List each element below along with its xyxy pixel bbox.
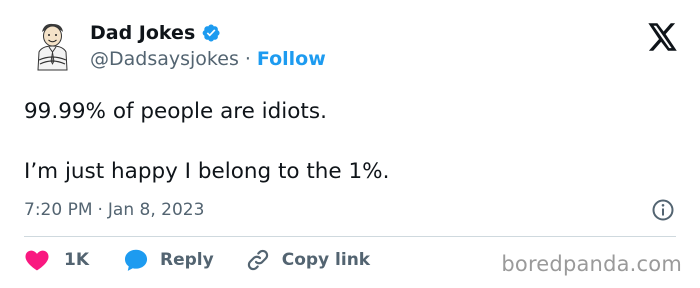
watermark: boredpanda.com — [501, 252, 682, 276]
verified-badge-icon — [201, 23, 221, 43]
follow-button[interactable]: Follow — [257, 50, 326, 69]
author-handle[interactable]: @Dadsaysjokes — [90, 50, 239, 69]
timestamp-separator: · — [97, 200, 103, 220]
tweet-timestamp[interactable]: 7:20 PM · Jan 8, 2023 — [24, 200, 204, 220]
avatar[interactable] — [26, 20, 78, 72]
author-display-name[interactable]: Dad Jokes — [90, 23, 195, 43]
action-bar: 1K Reply Copy link — [24, 247, 370, 273]
reply-label: Reply — [160, 250, 214, 270]
x-logo-icon[interactable] — [648, 23, 678, 51]
divider — [24, 236, 676, 237]
copy-link-button[interactable]: Copy link — [245, 247, 370, 273]
author-handle-row: @Dadsaysjokes · Follow — [90, 50, 326, 69]
link-icon — [245, 247, 271, 273]
like-button[interactable]: 1K — [24, 247, 89, 273]
tweet-line-1: 99.99% of people are idiots. — [24, 99, 327, 124]
tweet-time: 7:20 PM — [24, 200, 93, 220]
author-name-row: Dad Jokes — [90, 23, 221, 43]
like-count: 1K — [64, 250, 90, 270]
copy-link-label: Copy link — [281, 250, 371, 270]
tweet-text: 99.99% of people are idiots. I’m just ha… — [24, 97, 389, 187]
tweet-date: Jan 8, 2023 — [107, 200, 205, 220]
cartoon-dad-avatar — [37, 23, 68, 71]
reply-button[interactable]: Reply — [123, 247, 214, 273]
heart-icon — [24, 247, 50, 273]
separator-dot: · — [244, 48, 251, 70]
tweet-line-2: I’m just happy I belong to the 1%. — [24, 159, 390, 184]
speech-bubble-icon — [123, 247, 149, 273]
info-icon[interactable] — [650, 197, 676, 223]
